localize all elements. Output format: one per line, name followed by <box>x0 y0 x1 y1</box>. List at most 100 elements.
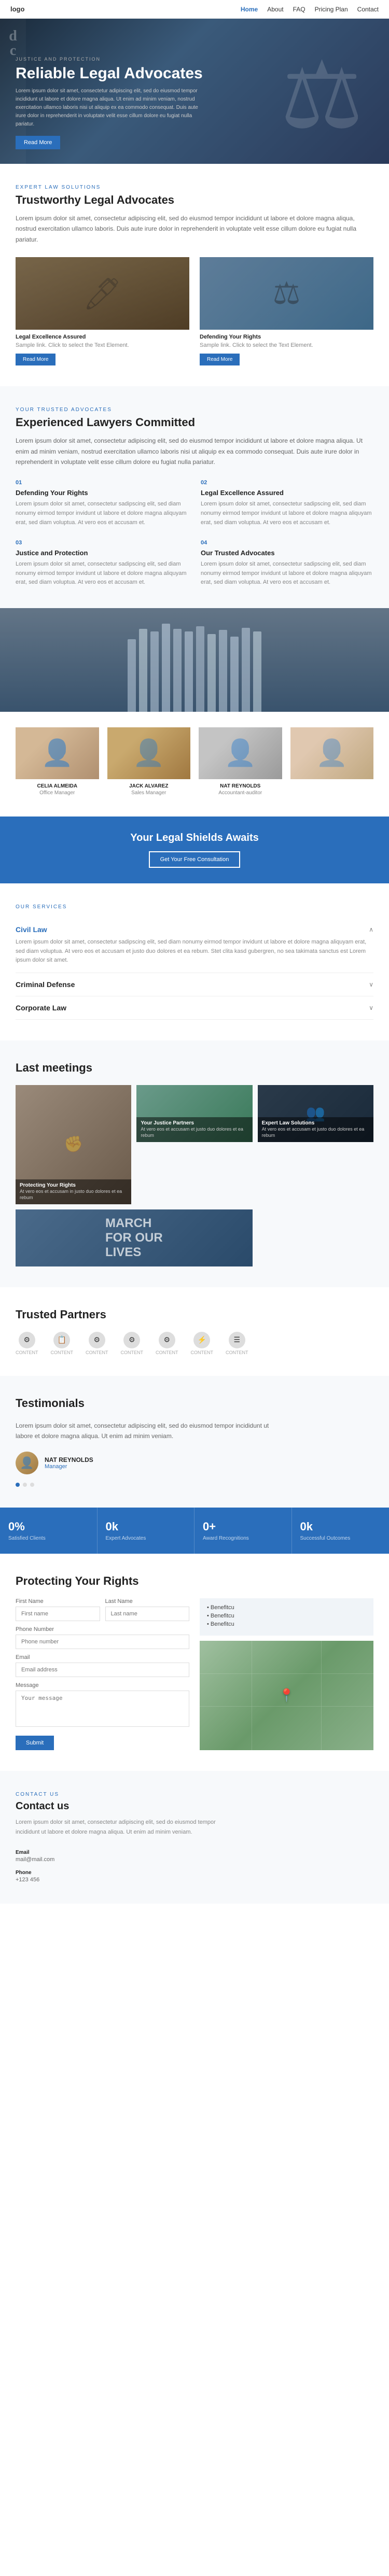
nav-contact[interactable]: Contact <box>357 6 379 13</box>
hero-tag: JUSTICE AND PROTECTION <box>16 57 203 62</box>
nav-faq[interactable]: FAQ <box>293 6 305 13</box>
team-member-4: 👤 <box>290 727 374 796</box>
services-tag: OUR SERVICES <box>16 904 373 910</box>
stat-item-1: 0% Satisfied Clients <box>0 1508 98 1554</box>
contact-tag: CONTACT US <box>16 1792 373 1797</box>
partner-icon-4: ⚙ <box>123 1332 140 1348</box>
cta-button[interactable]: Get Your Free Consultation <box>149 851 241 868</box>
meeting-card-2: 👥 Expert Law Solutions At vero eos et ac… <box>258 1085 373 1142</box>
partner-icon-3: ⚙ <box>89 1332 105 1348</box>
chevron-down-icon-2: ∨ <box>369 981 373 988</box>
meeting-title-3: Protecting Your Rights <box>20 1183 127 1188</box>
partner-7: ☰ CONTENT <box>226 1332 248 1355</box>
team-section: 👤 CELIA ALMEIDA Office Manager 👤 JACK AL… <box>0 712 389 817</box>
stat-num-3: 0+ <box>203 1520 283 1533</box>
nav-about[interactable]: About <box>267 6 283 13</box>
adv-num-2: 02 <box>201 480 373 486</box>
meeting-title-1: Your Justice Partners <box>141 1120 248 1126</box>
partner-icon-2: 📋 <box>53 1332 70 1348</box>
contact-desc: Lorem ipsum dolor sit amet, consectetur … <box>16 1818 223 1837</box>
benefit-2: • Benefitcu <box>207 1613 366 1619</box>
meeting-card-4: MARCHFOR OURLIVES <box>16 1209 253 1266</box>
team-avatar-4: 👤 <box>290 727 374 779</box>
stat-label-2: Expert Advocates <box>106 1536 186 1541</box>
hero-section: ⚖ d c JUSTICE AND PROTECTION Reliable Le… <box>0 19 389 164</box>
trustworthy-cards: 🖊 Legal Excellence Assured Sample link. … <box>16 257 373 365</box>
adv-num-3: 03 <box>16 540 188 546</box>
form-message-field: Message <box>16 1682 189 1728</box>
trustworthy-card-1-text: Sample link. Click to select the Text El… <box>16 342 189 348</box>
last-name-input[interactable] <box>105 1607 190 1621</box>
meeting-img-3: ✊ Protecting Your Rights At vero eos et … <box>16 1085 131 1204</box>
email-input[interactable] <box>16 1663 189 1677</box>
partner-4: ⚙ CONTENT <box>121 1332 144 1355</box>
stats-section: 0% Satisfied Clients 0k Expert Advocates… <box>0 1508 389 1554</box>
partner-label-6: CONTENT <box>191 1350 214 1355</box>
dot-2[interactable] <box>23 1483 27 1487</box>
nav-home[interactable]: Home <box>241 6 258 13</box>
service-name-2: Criminal Defense <box>16 980 75 989</box>
contact-phone-label: Phone <box>16 1870 373 1876</box>
service-header-2[interactable]: Criminal Defense ∨ <box>16 980 373 989</box>
team-name-3: NAT REYNOLDS <box>199 783 282 789</box>
team-role-3: Accountant-auditor <box>199 790 282 796</box>
contact-form-title: Protecting Your Rights <box>16 1574 373 1588</box>
trustworthy-card-2: ⚖ Defending Your Rights Sample link. Cli… <box>200 257 373 365</box>
trustworthy-card-2-image: ⚖ <box>200 257 373 330</box>
trustworthy-card-2-btn[interactable]: Read More <box>200 354 240 365</box>
adv-title-3: Justice and Protection <box>16 549 188 557</box>
navbar: logo Home About FAQ Pricing Plan Contact <box>0 0 389 19</box>
nav-links: Home About FAQ Pricing Plan Contact <box>241 6 379 13</box>
meeting-img-2: 👥 Expert Law Solutions At vero eos et ac… <box>258 1085 373 1142</box>
dot-3[interactable] <box>30 1483 34 1487</box>
trustworthy-section: EXPERT LAW SOLUTIONS Trustworthy Legal A… <box>0 164 389 386</box>
service-name-1: Civil Law <box>16 925 47 934</box>
form-right: • Benefitcu • Benefitcu • Benefitcu 📍 <box>200 1598 373 1750</box>
trustworthy-card-2-text: Sample link. Click to select the Text El… <box>200 342 373 348</box>
adv-num-1: 01 <box>16 480 188 486</box>
team-name-1: CELIA ALMEIDA <box>16 783 99 789</box>
testimonials-section: Testimonials Lorem ipsum dolor sit amet,… <box>0 1376 389 1508</box>
team-role-2: Sales Manager <box>107 790 191 796</box>
last-name-label: Last Name <box>105 1598 190 1604</box>
partner-label-2: CONTENT <box>51 1350 74 1355</box>
contact-email: Email mail@mail.com <box>16 1850 373 1863</box>
dot-1[interactable] <box>16 1483 20 1487</box>
nav-logo[interactable]: logo <box>10 5 24 13</box>
map-placeholder: 📍 <box>200 1641 373 1750</box>
message-input[interactable] <box>16 1691 189 1727</box>
nav-pricing[interactable]: Pricing Plan <box>315 6 348 13</box>
meetings-grid: Your Justice Partners At vero eos et acc… <box>16 1085 373 1266</box>
stat-num-1: 0% <box>8 1520 89 1533</box>
team-member-2: 👤 JACK ALVAREZ Sales Manager <box>107 727 191 796</box>
partner-label-7: CONTENT <box>226 1350 248 1355</box>
service-item-1: Civil Law ∧ Lorem ipsum dolor sit amet, … <box>16 918 373 973</box>
partner-label-4: CONTENT <box>121 1350 144 1355</box>
benefit-3: • Benefitcu <box>207 1621 366 1627</box>
testimonial-dots <box>16 1483 373 1487</box>
trustworthy-card-1-btn[interactable]: Read More <box>16 354 55 365</box>
team-role-1: Office Manager <box>16 790 99 796</box>
team-avatar-1: 👤 <box>16 727 99 779</box>
contact-email-label: Email <box>16 1850 373 1855</box>
hero-read-more-button[interactable]: Read More <box>16 136 60 149</box>
service-header-3[interactable]: Corporate Law ∨ <box>16 1004 373 1012</box>
stat-item-3: 0+ Award Recognitions <box>195 1508 292 1554</box>
first-name-input[interactable] <box>16 1607 100 1621</box>
partners-section: Trusted Partners ⚙ CONTENT 📋 CONTENT ⚙ C… <box>0 1287 389 1376</box>
hero-text: Lorem ipsum dolor sit amet, consectetur … <box>16 87 202 129</box>
experienced-tag: YOUR TRUSTED ADVOCATES <box>16 407 373 413</box>
adv-text-3: Lorem ipsum dolor sit amet, consectetur … <box>16 560 188 587</box>
service-header-1[interactable]: Civil Law ∧ <box>16 925 373 934</box>
experienced-text: Lorem ipsum dolor sit amet, consectetur … <box>16 435 373 467</box>
adv-title-1: Defending Your Rights <box>16 489 188 497</box>
service-item-2: Criminal Defense ∨ <box>16 973 373 996</box>
form-email-field: Email <box>16 1654 189 1677</box>
partners-grid: ⚙ CONTENT 📋 CONTENT ⚙ CONTENT ⚙ CONTENT … <box>16 1332 373 1355</box>
adv-title-4: Our Trusted Advocates <box>201 549 373 557</box>
meeting-text-1: At vero eos et accusam et justo duo dolo… <box>141 1126 248 1139</box>
phone-input[interactable] <box>16 1635 189 1649</box>
submit-button[interactable]: Submit <box>16 1736 54 1750</box>
experienced-section: YOUR TRUSTED ADVOCATES Experienced Lawye… <box>0 386 389 608</box>
meeting-text-3: At vero eos et accusam in justo duo dolo… <box>20 1188 127 1201</box>
